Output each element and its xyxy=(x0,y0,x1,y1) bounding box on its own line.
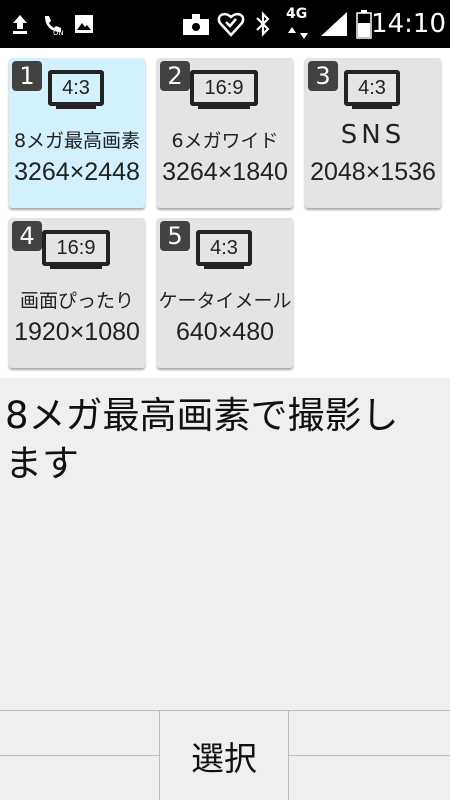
size-option-screen-fit[interactable]: 4 16:9 画面ぴったり 1920×1080 xyxy=(9,218,145,368)
heart-icon xyxy=(216,0,246,48)
aspect-ratio-4-3-icon: 4:3 xyxy=(344,70,400,106)
option-number-badge: 4 xyxy=(12,221,42,251)
bluetooth-icon xyxy=(252,0,274,48)
left-softkey[interactable] xyxy=(0,711,160,800)
upload-icon xyxy=(8,0,32,48)
clock: 14:10 xyxy=(371,9,446,39)
signal-icon xyxy=(318,0,350,48)
aspect-ratio-4-3-icon: 4:3 xyxy=(196,230,252,266)
size-option-8mp[interactable]: 1 4:3 8メガ最高画素 3264×2448 xyxy=(9,58,145,208)
option-description: 8メガ最高画素で撮影します xyxy=(5,394,399,485)
option-name: ケータイメール xyxy=(158,290,292,312)
image-size-grid: 1 4:3 8メガ最高画素 3264×2448 2 16:9 6メガワイド 32… xyxy=(0,48,450,378)
select-softkey-label: 選択 xyxy=(191,738,257,778)
status-bar: ON 4G 14:10 xyxy=(0,0,450,48)
option-resolution: 1920×1080 xyxy=(14,318,140,346)
option-number-badge: 3 xyxy=(308,61,338,91)
option-number-badge: 2 xyxy=(160,61,190,91)
right-softkey[interactable] xyxy=(289,711,450,800)
image-icon xyxy=(72,0,96,48)
option-resolution: 640×480 xyxy=(175,318,275,346)
select-softkey[interactable]: 選択 xyxy=(160,711,289,800)
option-resolution: 2048×1536 xyxy=(310,158,436,186)
option-name: 6メガワイド xyxy=(171,130,279,152)
data-arrows-icon xyxy=(286,22,312,44)
description-panel: 8メガ最高画素で撮影します xyxy=(0,378,450,710)
aspect-ratio-4-3-icon: 4:3 xyxy=(48,70,104,106)
size-option-mobile-mail[interactable]: 5 4:3 ケータイメール 640×480 xyxy=(157,218,293,368)
camera-alert-icon xyxy=(180,0,212,48)
option-name: SNS xyxy=(340,120,406,150)
aspect-ratio-16-9-icon: 16:9 xyxy=(190,70,258,106)
svg-text:ON: ON xyxy=(53,29,64,36)
option-number-badge: 1 xyxy=(12,61,42,91)
option-name: 8メガ最高画素 xyxy=(13,130,141,152)
option-resolution: 3264×1840 xyxy=(162,158,288,186)
aspect-ratio-16-9-icon: 16:9 xyxy=(42,230,110,266)
size-option-sns[interactable]: 3 4:3 SNS 2048×1536 xyxy=(305,58,441,208)
option-name: 画面ぴったり xyxy=(19,290,134,312)
size-option-6mp-wide[interactable]: 2 16:9 6メガワイド 3264×1840 xyxy=(157,58,293,208)
network-type-label: 4G xyxy=(286,6,308,22)
option-resolution: 3264×2448 xyxy=(14,158,140,186)
wifi-calling-icon: ON xyxy=(40,0,66,48)
softkey-bar: 選択 xyxy=(0,710,450,800)
option-number-badge: 5 xyxy=(160,221,190,251)
